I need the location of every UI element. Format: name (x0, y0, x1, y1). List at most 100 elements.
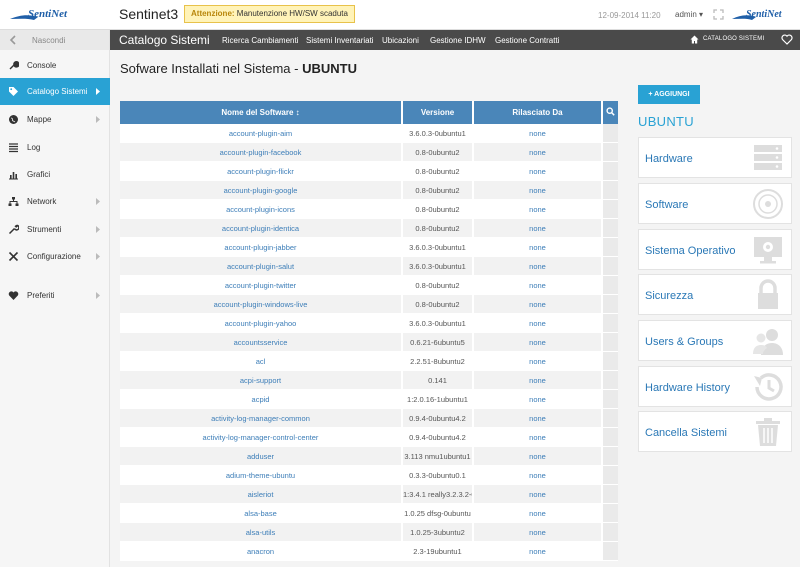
table-row[interactable]: account-plugin-flickr 0.8-0ubuntu2 none (120, 162, 618, 181)
table-row[interactable]: adduser 3.113 nmu1ubuntu1 none (120, 447, 618, 466)
sidebar-item-network[interactable]: Network (0, 188, 110, 215)
table-row[interactable]: aisleriot 1:3.4.1 really3.2.3.2-0 none (120, 485, 618, 504)
cell-released-by[interactable]: none (474, 257, 603, 276)
table-row[interactable]: account-plugin-windows-live 0.8-0ubuntu2 n… (120, 295, 618, 314)
sidebar-item-preferiti[interactable]: Preferiti (0, 282, 110, 309)
cell-released-by[interactable]: none (474, 542, 603, 561)
maintenance-alert[interactable]: Attenzione: Manutenzione HW/SW scaduta (184, 5, 355, 23)
cell-software[interactable]: activity-log-manager-control-center (120, 428, 403, 447)
cell-released-by[interactable]: none (474, 371, 603, 390)
cell-released-by[interactable]: none (474, 143, 603, 162)
cell-software[interactable]: activity-log-manager-common (120, 409, 403, 428)
table-row[interactable]: activity-log-manager-control-center 0.9.4… (120, 428, 618, 447)
sidebar-item-catalogo-sistemi[interactable]: Catalogo Sistemi (0, 78, 110, 105)
card-cancella-sistemi[interactable]: Cancella Sistemi (638, 411, 792, 452)
cell-released-by[interactable]: none (474, 219, 603, 238)
table-row[interactable]: acpi-support 0.141 none (120, 371, 618, 390)
table-row[interactable]: account-plugin-identica 0.8-0ubuntu2 none (120, 219, 618, 238)
table-row[interactable]: account-plugin-salut 3.6.0.3-0ubuntu1 none (120, 257, 618, 276)
cell-released-by[interactable]: none (474, 409, 603, 428)
cell-released-by[interactable]: none (474, 485, 603, 504)
cell-software[interactable]: acpi-support (120, 371, 403, 390)
table-search-button[interactable] (603, 101, 618, 124)
cell-released-by[interactable]: none (474, 390, 603, 409)
cell-software[interactable]: account-plugin-flickr (120, 162, 403, 181)
cell-software[interactable]: anacron (120, 542, 403, 561)
user-menu[interactable]: admin ▾ (675, 10, 703, 19)
table-row[interactable]: account-plugin-google 0.8-0ubuntu2 none (120, 181, 618, 200)
table-row[interactable]: alsa-base 1.0.25 dfsg-0ubuntu none (120, 504, 618, 523)
column-header-released-by[interactable]: Rilasciato Da (474, 101, 603, 124)
cell-released-by[interactable]: none (474, 333, 603, 352)
add-button[interactable]: + AGGIUNGI (638, 85, 700, 104)
cell-software[interactable]: account-plugin-yahoo (120, 314, 403, 333)
sidebar-item-console[interactable]: Console (0, 52, 110, 79)
cell-software[interactable]: acl (120, 352, 403, 371)
home-icon[interactable] (690, 35, 699, 44)
cell-software[interactable]: adium-theme-ubuntu (120, 466, 403, 485)
hide-sidebar-button[interactable]: Nascondi (0, 30, 109, 50)
cell-released-by[interactable]: none (474, 466, 603, 485)
cell-released-by[interactable]: none (474, 181, 603, 200)
cell-released-by[interactable]: none (474, 295, 603, 314)
table-row[interactable]: adium-theme-ubuntu 0.3.3-0ubuntu0.1 none (120, 466, 618, 485)
nav-link-sistemi-inventariati[interactable]: Sistemi Inventariati (306, 36, 374, 45)
nav-link-gestione-contratti[interactable]: Gestione Contratti (495, 36, 559, 45)
table-row[interactable]: account-plugin-jabber 3.6.0.3-0ubuntu1 non… (120, 238, 618, 257)
table-row[interactable]: accountsservice 0.6.21-6ubuntu5 none (120, 333, 618, 352)
cell-released-by[interactable]: none (474, 162, 603, 181)
sidebar-item-configurazione[interactable]: Configurazione (0, 243, 110, 270)
cell-software[interactable]: account-plugin-icons (120, 200, 403, 219)
sidebar-item-grafici[interactable]: Grafici (0, 161, 110, 188)
cell-released-by[interactable]: none (474, 447, 603, 466)
card-users-groups[interactable]: Users & Groups (638, 320, 792, 361)
cell-released-by[interactable]: none (474, 276, 603, 295)
cell-released-by[interactable]: none (474, 352, 603, 371)
card-sistema-operativo[interactable]: Sistema Operativo (638, 229, 792, 270)
cell-released-by[interactable]: none (474, 238, 603, 257)
cell-software[interactable]: alsa-utils (120, 523, 403, 542)
nav-link-ubicazioni[interactable]: Ubicazioni (382, 36, 419, 45)
cell-software[interactable]: account-plugin-identica (120, 219, 403, 238)
cell-released-by[interactable]: none (474, 428, 603, 447)
column-header-software[interactable]: Nome del Software ↕ (120, 101, 403, 124)
cell-released-by[interactable]: none (474, 200, 603, 219)
sidebar-item-strumenti[interactable]: Strumenti (0, 216, 110, 243)
sentinet-logo[interactable]: SentiNet (8, 5, 80, 25)
cell-released-by[interactable]: none (474, 314, 603, 333)
sidebar-item-log[interactable]: Log (0, 134, 110, 161)
nav-link-ricerca-cambiamenti[interactable]: Ricerca Cambiamenti (222, 36, 298, 45)
cell-software[interactable]: account-plugin-google (120, 181, 403, 200)
favorite-heart-icon[interactable] (781, 34, 793, 45)
cell-software[interactable]: account-plugin-windows-live (120, 295, 403, 314)
nav-link-gestione-idhw[interactable]: Gestione IDHW (430, 36, 486, 45)
fullscreen-icon[interactable] (713, 9, 724, 20)
table-row[interactable]: acl 2.2.51-8ubuntu2 none (120, 352, 618, 371)
cell-software[interactable]: acpid (120, 390, 403, 409)
cell-software[interactable]: aisleriot (120, 485, 403, 504)
table-row[interactable]: account-plugin-twitter 0.8-0ubuntu2 none (120, 276, 618, 295)
cell-released-by[interactable]: none (474, 504, 603, 523)
cell-released-by[interactable]: none (474, 124, 603, 143)
cell-software[interactable]: account-plugin-twitter (120, 276, 403, 295)
cell-software[interactable]: alsa-base (120, 504, 403, 523)
column-header-version[interactable]: Versione (403, 101, 474, 124)
table-row[interactable]: alsa-utils 1.0.25-3ubuntu2 none (120, 523, 618, 542)
cell-released-by[interactable]: none (474, 523, 603, 542)
cell-software[interactable]: account-plugin-facebook (120, 143, 403, 162)
sidebar-item-mappe[interactable]: Mappe (0, 106, 110, 133)
cell-software[interactable]: account-plugin-salut (120, 257, 403, 276)
card-hardware-history[interactable]: Hardware History (638, 366, 792, 407)
table-row[interactable]: account-plugin-facebook 0.8-0ubuntu2 none (120, 143, 618, 162)
card-hardware[interactable]: Hardware (638, 137, 792, 178)
cell-software[interactable]: account-plugin-aim (120, 124, 403, 143)
table-row[interactable]: account-plugin-icons 0.8-0ubuntu2 none (120, 200, 618, 219)
cell-software[interactable]: account-plugin-jabber (120, 238, 403, 257)
cell-software[interactable]: accountsservice (120, 333, 403, 352)
table-row[interactable]: anacron 2.3-19ubuntu1 none (120, 542, 618, 561)
table-row[interactable]: account-plugin-aim 3.6.0.3-0ubuntu1 none (120, 124, 618, 143)
table-row[interactable]: account-plugin-yahoo 3.6.0.3-0ubuntu1 none (120, 314, 618, 333)
table-row[interactable]: activity-log-manager-common 0.9.4-0ubuntu… (120, 409, 618, 428)
card-software[interactable]: Software (638, 183, 792, 224)
table-row[interactable]: acpid 1:2.0.16-1ubuntu1 none (120, 390, 618, 409)
